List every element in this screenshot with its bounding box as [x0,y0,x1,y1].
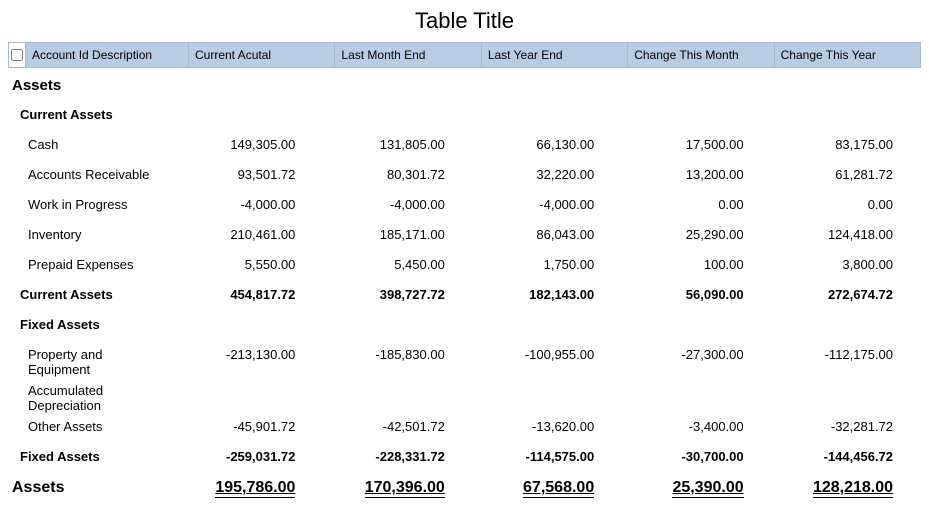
data-row: Other Assets -45,901.72 -42,501.72 -13,6… [8,416,921,446]
select-all-checkbox-cell[interactable] [9,43,26,67]
cell: -32,281.72 [772,419,921,434]
cell: 13,200.00 [622,167,771,182]
cell: 185,171.00 [323,227,472,242]
column-header-last-year-end[interactable]: Last Year End [482,43,628,67]
cell: 124,418.00 [772,227,921,242]
grand-total-cell: 195,786.00 [174,479,323,497]
section-header-assets: Assets [8,74,921,104]
subtotal-cell: 182,143.00 [473,287,622,302]
cell: 1,750.00 [473,257,622,272]
cell: 66,130.00 [473,137,622,152]
cell: -13,620.00 [473,419,622,434]
data-row: Work in Progress -4,000.00 -4,000.00 -4,… [8,194,921,224]
grand-total-row: Assets 195,786.00 170,396.00 67,568.00 2… [8,476,921,506]
cell: 17,500.00 [622,137,771,152]
cell: 5,550.00 [174,257,323,272]
data-row: Property and Equipment -213,130.00 -185,… [8,344,921,380]
subsection-header-current-assets: Current Assets [8,104,921,134]
subtotal-label: Fixed Assets [8,449,174,464]
cell: -100,955.00 [473,347,622,362]
data-row: Inventory 210,461.00 185,171.00 86,043.0… [8,224,921,254]
page-title: Table Title [8,8,921,34]
cell: 0.00 [622,197,771,212]
column-header-change-this-year[interactable]: Change This Year [775,43,920,67]
subtotal-row-fixed-assets: Fixed Assets -259,031.72 -228,331.72 -11… [8,446,921,476]
grand-total-label: Assets [8,479,174,497]
row-label: Cash [8,137,174,152]
subtotal-cell: 56,090.00 [622,287,771,302]
cell: 25,290.00 [622,227,771,242]
subtotal-cell: 272,674.72 [772,287,921,302]
report-body: Assets Current Assets Cash 149,305.00 13… [8,74,921,506]
row-label: Other Assets [8,419,174,434]
cell: -4,000.00 [174,197,323,212]
cell: 93,501.72 [174,167,323,182]
subtotal-cell: 398,727.72 [323,287,472,302]
section-label: Assets [8,77,174,94]
cell: -42,501.72 [323,419,472,434]
cell: -213,130.00 [174,347,323,362]
grand-total-cell: 25,390.00 [622,479,771,497]
row-label: Accumulated Depreciation [8,383,174,413]
row-label: Property and Equipment [8,347,174,377]
select-all-checkbox[interactable] [11,49,23,61]
cell: 131,805.00 [323,137,472,152]
subsection-label: Current Assets [8,107,174,122]
column-header-row: Account Id Description Current Acutal La… [8,42,921,68]
cell: -4,000.00 [473,197,622,212]
grand-total-cell: 67,568.00 [473,479,622,497]
cell: -112,175.00 [772,347,921,362]
row-label: Inventory [8,227,174,242]
cell: 5,450.00 [323,257,472,272]
cell: -27,300.00 [622,347,771,362]
data-row: Cash 149,305.00 131,805.00 66,130.00 17,… [8,134,921,164]
subtotal-row-current-assets: Current Assets 454,817.72 398,727.72 182… [8,284,921,314]
row-label: Work in Progress [8,197,174,212]
subtotal-cell: -114,575.00 [473,449,622,464]
column-header-last-month-end[interactable]: Last Month End [335,43,481,67]
column-header-account[interactable]: Account Id Description [26,43,189,67]
grand-total-cell: 170,396.00 [323,479,472,497]
cell: 149,305.00 [174,137,323,152]
row-label: Accounts Receivable [8,167,174,182]
subtotal-label: Current Assets [8,287,174,302]
cell: 86,043.00 [473,227,622,242]
cell: 210,461.00 [174,227,323,242]
cell: -185,830.00 [323,347,472,362]
subtotal-cell: -228,331.72 [323,449,472,464]
subsection-header-fixed-assets: Fixed Assets [8,314,921,344]
cell: -3,400.00 [622,419,771,434]
subtotal-cell: -259,031.72 [174,449,323,464]
cell: -4,000.00 [323,197,472,212]
cell: 3,800.00 [772,257,921,272]
cell: 61,281.72 [772,167,921,182]
subtotal-cell: -144,456.72 [772,449,921,464]
data-row: Accounts Receivable 93,501.72 80,301.72 … [8,164,921,194]
cell: -45,901.72 [174,419,323,434]
report-page: Table Title Account Id Description Curre… [0,0,929,522]
cell: 80,301.72 [323,167,472,182]
row-label: Prepaid Expenses [8,257,174,272]
grand-total-cell: 128,218.00 [772,479,921,497]
subtotal-cell: 454,817.72 [174,287,323,302]
cell: 0.00 [772,197,921,212]
data-row: Accumulated Depreciation [8,380,921,416]
cell: 83,175.00 [772,137,921,152]
data-row: Prepaid Expenses 5,550.00 5,450.00 1,750… [8,254,921,284]
column-header-current-actual[interactable]: Current Acutal [189,43,335,67]
cell: 100.00 [622,257,771,272]
subtotal-cell: -30,700.00 [622,449,771,464]
column-header-change-this-month[interactable]: Change This Month [628,43,774,67]
subsection-label: Fixed Assets [8,317,174,332]
cell: 32,220.00 [473,167,622,182]
